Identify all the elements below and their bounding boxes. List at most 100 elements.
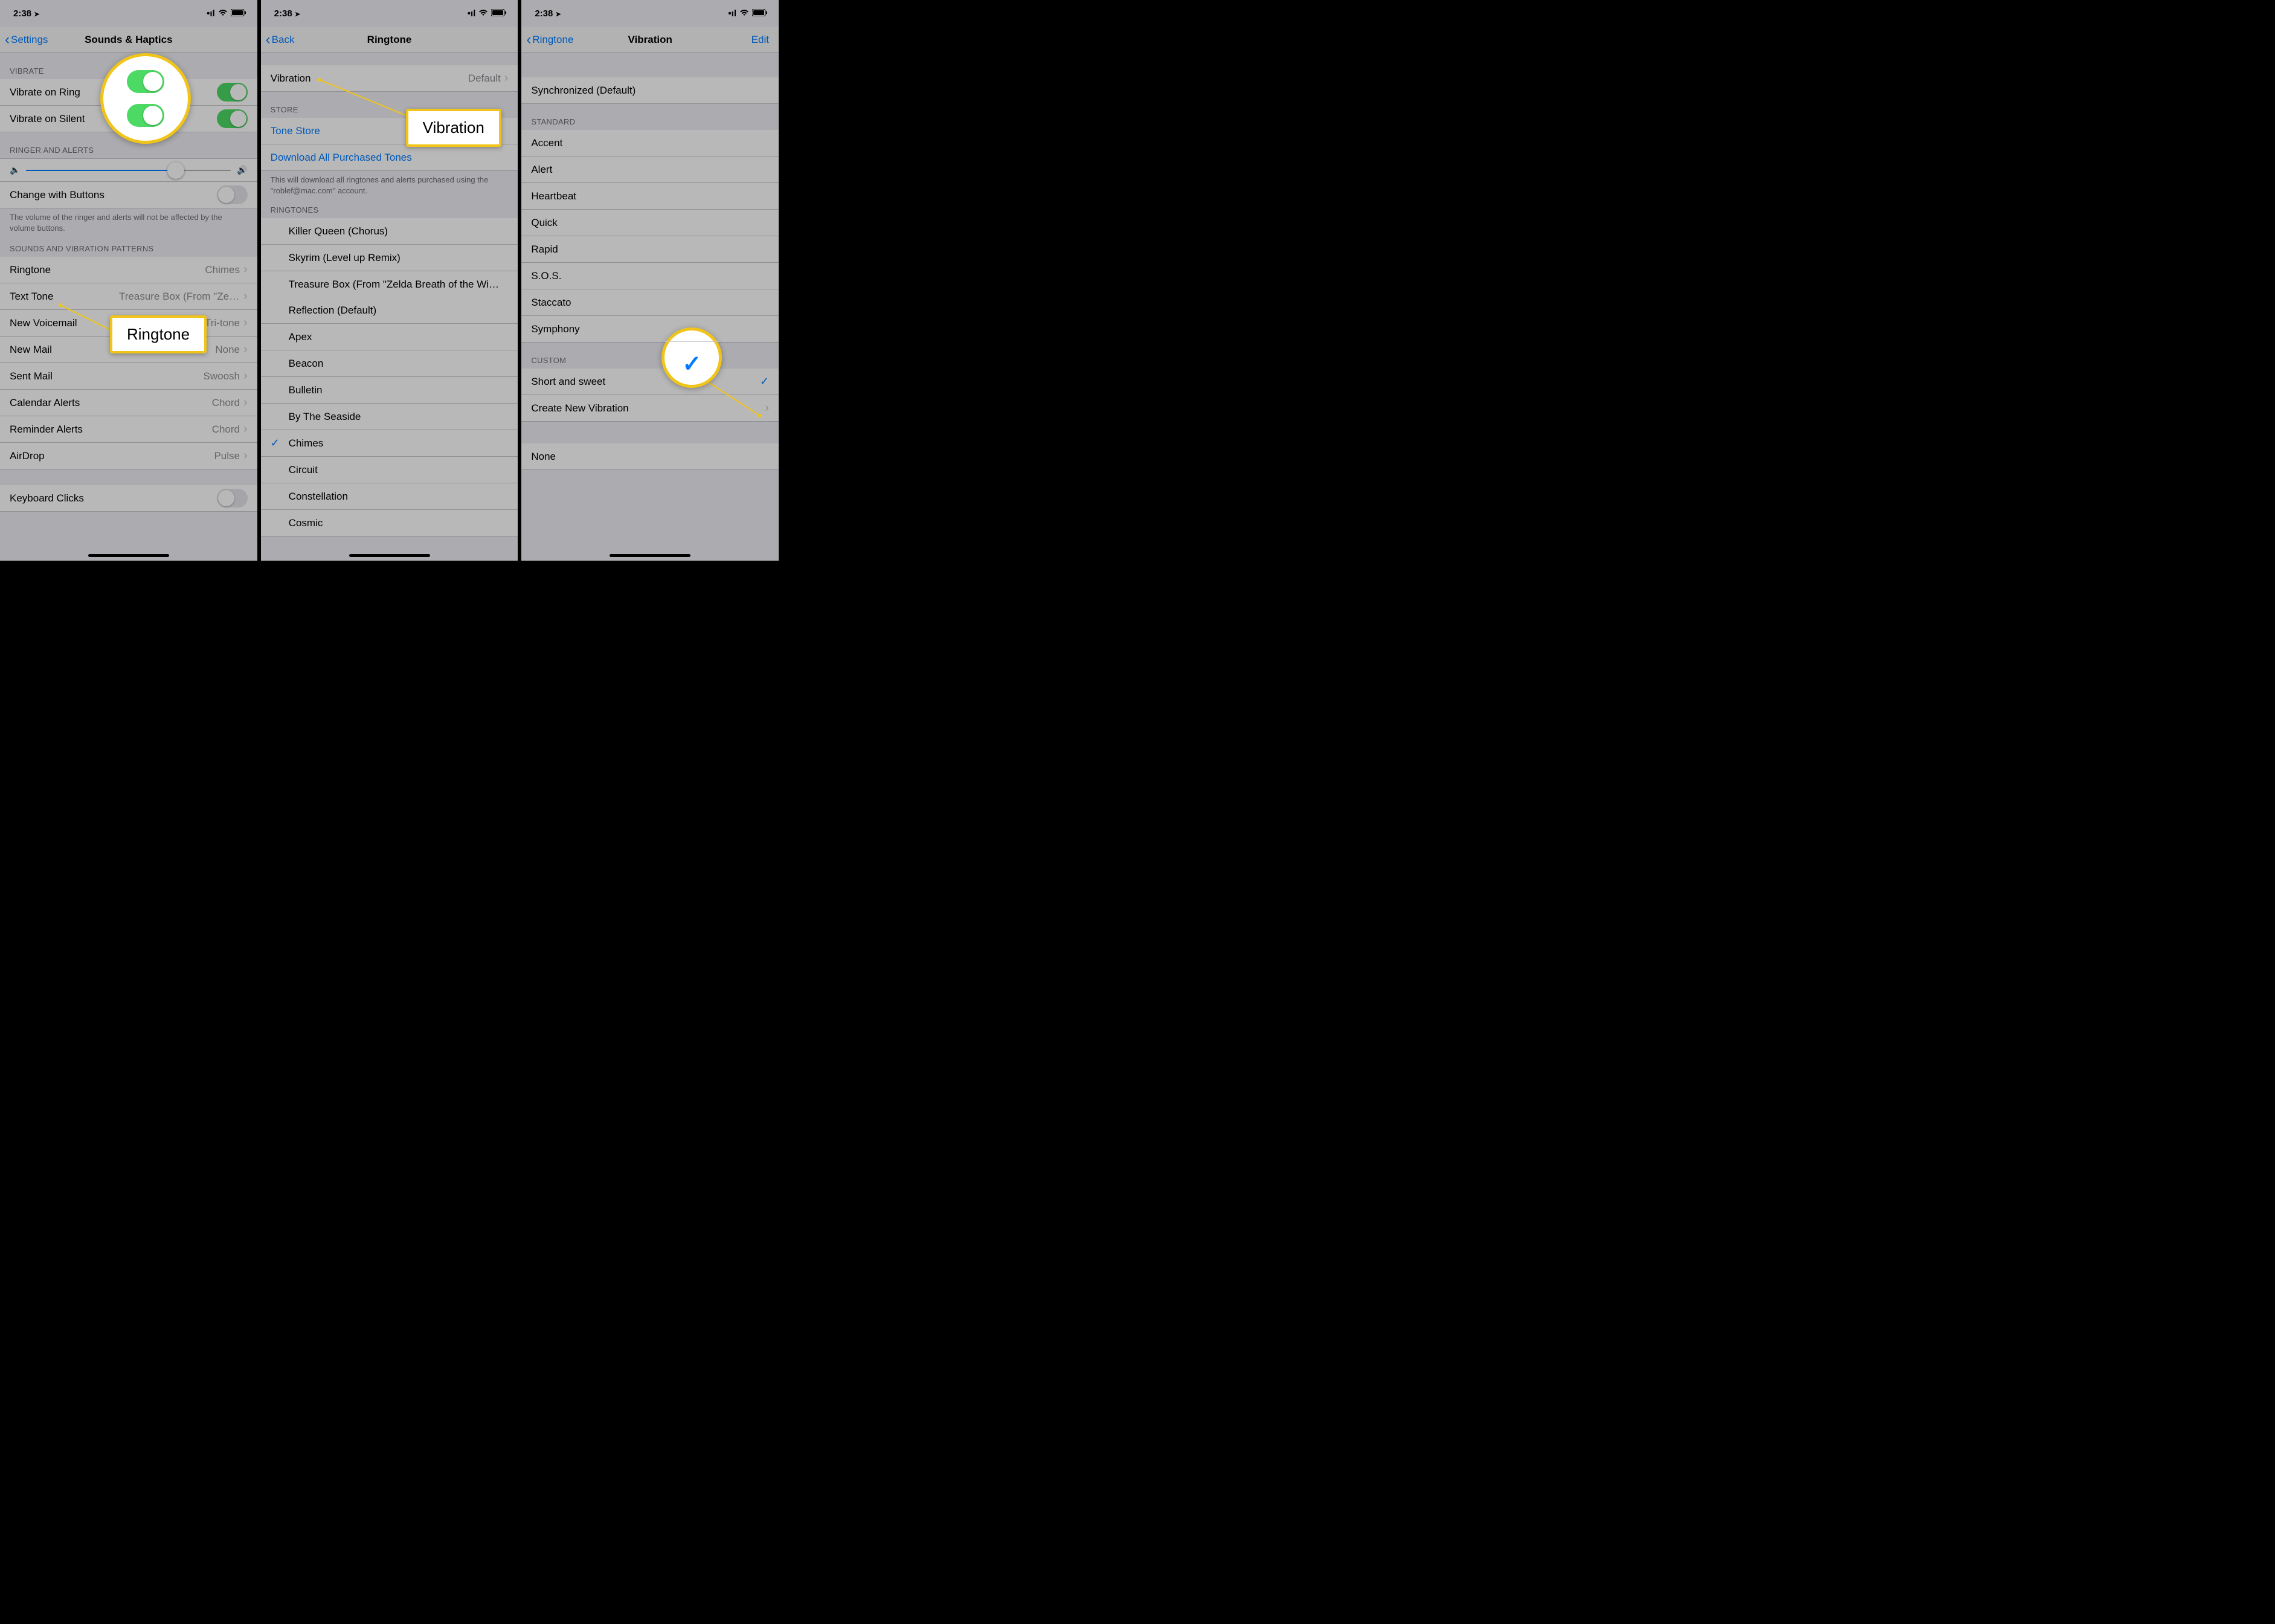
- back-label: Settings: [11, 34, 48, 46]
- ringtone-item[interactable]: By The Seaside: [261, 404, 518, 430]
- label: Synchronized (Default): [531, 85, 769, 97]
- home-indicator[interactable]: [349, 554, 430, 557]
- chevron-right-icon: ›: [243, 396, 248, 410]
- label: Apex: [289, 331, 509, 343]
- label: Staccato: [531, 297, 769, 309]
- row-airdrop[interactable]: AirDropPulse›: [0, 443, 257, 469]
- vibration-item[interactable]: Rapid: [521, 236, 779, 263]
- ringtone-item[interactable]: Apex: [261, 324, 518, 350]
- chevron-right-icon: ›: [243, 422, 248, 436]
- toggle-change-buttons[interactable]: [217, 185, 248, 204]
- home-indicator[interactable]: [88, 554, 169, 557]
- vibration-item[interactable]: Heartbeat: [521, 183, 779, 210]
- vibration-item[interactable]: S.O.S.: [521, 263, 779, 289]
- ringer-volume-slider[interactable]: [26, 170, 231, 171]
- row-sent-mail[interactable]: Sent MailSwoosh›: [0, 363, 257, 390]
- label: Download All Purchased Tones: [271, 152, 509, 164]
- ringtone-item[interactable]: Beacon: [261, 350, 518, 377]
- vibration-item[interactable]: Accent: [521, 130, 779, 156]
- status-time: 2:38 ➤: [274, 8, 300, 19]
- status-right: •ıl: [728, 8, 768, 19]
- label: Bulletin: [289, 384, 509, 396]
- label: Heartbeat: [531, 190, 769, 202]
- label: Quick: [531, 217, 769, 229]
- back-button[interactable]: ‹ Back: [266, 34, 295, 46]
- label: S.O.S.: [531, 270, 769, 282]
- row-calendar-alerts[interactable]: Calendar AlertsChord›: [0, 390, 257, 416]
- chevron-right-icon: ›: [243, 343, 248, 356]
- battery-icon: [752, 8, 768, 19]
- screen-ringtone: 2:38 ➤ •ıl ‹ Back Ringtone Vibration Def…: [261, 0, 522, 561]
- label: Text Tone: [10, 291, 119, 303]
- label: None: [531, 451, 769, 463]
- vibration-item[interactable]: Alert: [521, 156, 779, 183]
- label: Keyboard Clicks: [10, 492, 217, 504]
- label: Ringtone: [10, 264, 205, 276]
- wifi-icon: [218, 8, 228, 19]
- ringtone-item[interactable]: Circuit: [261, 457, 518, 483]
- chevron-right-icon: ›: [243, 369, 248, 383]
- label: Calendar Alerts: [10, 397, 212, 409]
- label: Circuit: [289, 464, 509, 476]
- row-synchronized[interactable]: Synchronized (Default): [521, 77, 779, 104]
- home-indicator[interactable]: [610, 554, 690, 557]
- cellular-icon: •ıl: [468, 8, 476, 19]
- row-text-tone[interactable]: Text ToneTreasure Box (From "Zelda Breat…: [0, 283, 257, 310]
- status-bar: 2:38 ➤ •ıl: [261, 0, 518, 27]
- toggle-vibrate-ring[interactable]: [217, 83, 248, 102]
- row-custom-selected[interactable]: Short and sweet ✓: [521, 369, 779, 395]
- back-button[interactable]: ‹ Settings: [5, 34, 48, 46]
- row-none[interactable]: None: [521, 443, 779, 470]
- label: Beacon: [289, 358, 509, 370]
- nav-bar: ‹ Ringtone Vibration Edit: [521, 27, 779, 53]
- back-button[interactable]: ‹ Ringtone: [526, 34, 573, 46]
- section-header-custom: CUSTOM: [521, 343, 779, 369]
- callout-vibration: Vibration: [406, 109, 501, 147]
- row-keyboard-clicks[interactable]: Keyboard Clicks: [0, 485, 257, 512]
- ringtone-item[interactable]: Treasure Box (From "Zelda Breath of the …: [261, 271, 518, 298]
- chevron-right-icon: ›: [765, 401, 769, 415]
- location-arrow-icon: ➤: [295, 11, 300, 18]
- label: Skyrim (Level up Remix): [289, 252, 509, 264]
- section-header-standard: STANDARD: [521, 104, 779, 130]
- status-right: •ıl: [207, 8, 246, 19]
- volume-high-icon: 🔊: [237, 165, 247, 175]
- label: Chimes: [289, 437, 509, 450]
- vibration-item[interactable]: Staccato: [521, 289, 779, 316]
- row-create-new-vibration[interactable]: Create New Vibration ›: [521, 395, 779, 422]
- ringtone-item[interactable]: Cosmic: [261, 510, 518, 536]
- screen-sounds-haptics: 2:38 ➤ •ıl ‹ Settings Sounds & Haptics V…: [0, 0, 261, 561]
- label: Reflection (Default): [289, 304, 509, 317]
- status-bar: 2:38 ➤ •ıl: [521, 0, 779, 27]
- ringtone-item-selected[interactable]: ✓Chimes: [261, 430, 518, 457]
- label: Cosmic: [289, 517, 509, 529]
- nav-title: Ringtone: [261, 34, 518, 46]
- label: Rapid: [531, 243, 769, 256]
- edit-button[interactable]: Edit: [751, 34, 774, 46]
- row-ringtone[interactable]: RingtoneChimes›: [0, 257, 257, 283]
- toggle-vibrate-silent[interactable]: [217, 109, 248, 128]
- value: Tri-tone: [205, 317, 240, 329]
- toggle-keyboard-clicks[interactable]: [217, 489, 248, 507]
- status-right: •ıl: [468, 8, 507, 19]
- ringtone-item[interactable]: Reflection (Default): [261, 297, 518, 324]
- nav-bar: ‹ Settings Sounds & Haptics: [0, 27, 257, 53]
- section-header-ringtones: RINGTONES: [261, 199, 518, 218]
- row-download-tones[interactable]: Download All Purchased Tones: [261, 144, 518, 171]
- ringtone-item[interactable]: Constellation: [261, 483, 518, 510]
- row-vibration[interactable]: Vibration Default ›: [261, 65, 518, 92]
- value: Chord: [212, 424, 240, 436]
- vibration-item[interactable]: Quick: [521, 210, 779, 236]
- ringtone-item[interactable]: Bulletin: [261, 377, 518, 404]
- status-bar: 2:38 ➤ •ıl: [0, 0, 257, 27]
- nav-bar: ‹ Back Ringtone: [261, 27, 518, 53]
- battery-icon: [231, 8, 246, 19]
- callout-check-circle: ✓: [661, 327, 722, 388]
- ringtone-item[interactable]: Killer Queen (Chorus): [261, 218, 518, 245]
- ringtone-item[interactable]: Skyrim (Level up Remix): [261, 245, 518, 271]
- callout-toggles-circle: [100, 53, 191, 144]
- vibration-item[interactable]: Symphony: [521, 316, 779, 343]
- row-change-with-buttons[interactable]: Change with Buttons: [0, 182, 257, 208]
- label: Alert: [531, 164, 769, 176]
- row-reminder-alerts[interactable]: Reminder AlertsChord›: [0, 416, 257, 443]
